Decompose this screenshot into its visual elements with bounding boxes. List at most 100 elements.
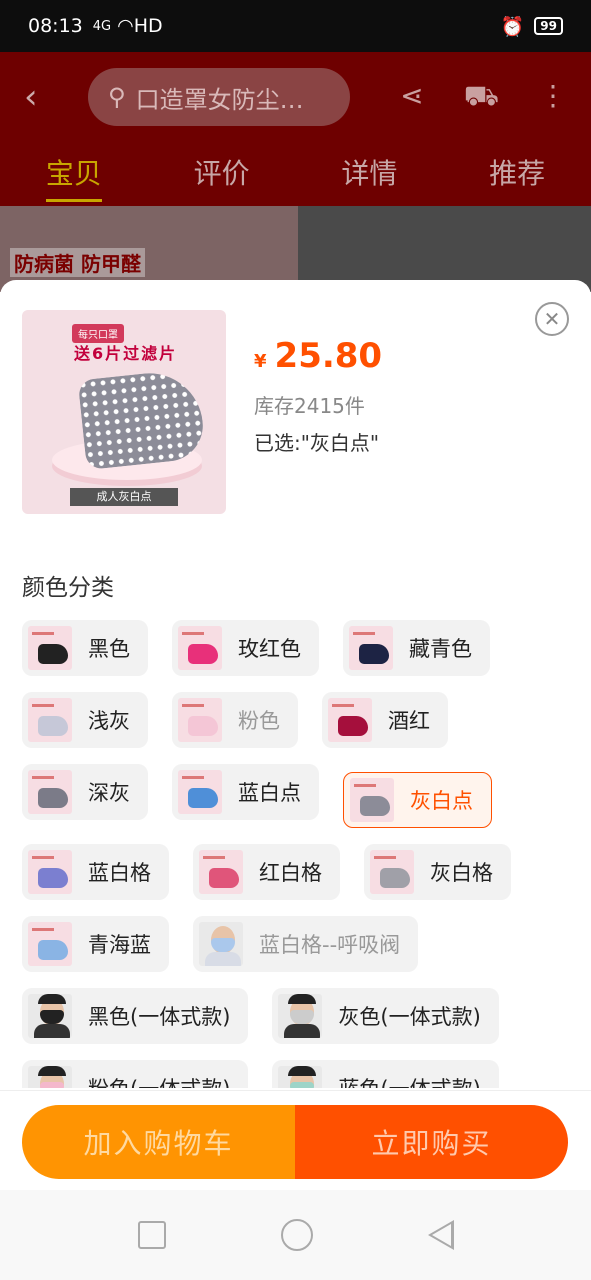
close-icon: ✕ (543, 307, 561, 331)
option-label: 红白格 (259, 861, 322, 885)
option-light-gray[interactable]: 浅灰 (22, 692, 148, 748)
option-label: 灰色(一体式款) (338, 1005, 481, 1029)
option-row: 黑色(一体式款) 灰色(一体式款) (22, 988, 582, 1044)
stock-count: 库存2415件 (254, 394, 365, 418)
status-right: ⏰ 99 (501, 15, 563, 38)
option-label: 藏青色 (409, 637, 472, 661)
thumb-headline: 送6片过滤片 (74, 344, 178, 363)
option-gray-plaid[interactable]: 灰白格 (364, 844, 511, 900)
option-row: 深灰 蓝白点 灰白点 (22, 764, 582, 828)
option-label: 玫红色 (238, 637, 301, 661)
buy-now-button[interactable]: 立即购买 (295, 1105, 568, 1179)
action-bar: 加入购物车 立即购买 (0, 1090, 591, 1190)
product-page-background: ‹ ⚲ 口造罩女防尘… ⋖ ⛟ ⋮ 宝贝 评价 详情 推荐 防病菌 防甲醛 (0, 52, 591, 292)
swatch-thumbnail (199, 850, 243, 894)
option-blue-plaid[interactable]: 蓝白格 (22, 844, 169, 900)
option-label: 粉色 (238, 709, 280, 733)
option-gray-one-piece[interactable]: 灰色(一体式款) (272, 988, 499, 1044)
option-label: 青海蓝 (88, 933, 151, 957)
thumb-caption: 成人灰白点 (70, 488, 178, 506)
option-label: 蓝色(一体式款) (338, 1073, 480, 1088)
swatch-thumbnail (370, 850, 414, 894)
tab-details[interactable]: 详情 (341, 152, 397, 192)
price-value: 25.80 (274, 336, 383, 376)
swatch-thumbnail (350, 778, 394, 822)
option-black-one-piece[interactable]: 黑色(一体式款) (22, 988, 249, 1044)
tab-reviews[interactable]: 评价 (194, 152, 250, 192)
tab-item[interactable]: 宝贝 (45, 152, 102, 202)
currency-symbol: ¥ (254, 351, 267, 372)
option-qinghai-blue[interactable]: 青海蓝 (22, 916, 169, 972)
status-bar: 08:13 4G ◠ HD ⏰ 99 (0, 0, 591, 52)
battery-icon: 99 (534, 17, 563, 35)
share-icon[interactable]: ⋖ (400, 79, 423, 116)
option-row: 蓝白格 红白格 灰白格 (22, 844, 582, 900)
swatch-thumbnail (199, 922, 243, 966)
option-blue-plaid-valve: 蓝白格--呼吸阀 (193, 916, 419, 972)
system-nav-bar (0, 1190, 591, 1280)
option-blue-one-piece[interactable]: 蓝色(一体式款) (272, 1060, 499, 1088)
product-tabs: 宝贝 评价 详情 推荐 (0, 142, 591, 202)
option-gray-dots[interactable]: 灰白点 (343, 772, 492, 828)
close-button[interactable]: ✕ (535, 302, 569, 336)
recents-icon[interactable] (137, 1221, 166, 1249)
option-label: 酒红 (388, 709, 430, 733)
option-dark-gray[interactable]: 深灰 (22, 764, 148, 820)
search-text: 口造罩女防尘… (135, 85, 304, 114)
search-bar[interactable]: ⚲ 口造罩女防尘… (88, 68, 350, 126)
cart-icon[interactable]: ⛟ (464, 79, 499, 116)
option-row: 黑色 玫红色 藏青色 (22, 620, 582, 676)
back-icon[interactable]: ‹ (24, 77, 64, 117)
product-header: ‹ ⚲ 口造罩女防尘… ⋖ ⛟ ⋮ (0, 52, 591, 142)
swatch-thumbnail (178, 770, 222, 814)
option-label: 蓝白点 (238, 781, 301, 805)
signal-icon: 4G (92, 18, 112, 34)
option-label: 黑色 (88, 637, 130, 661)
option-blue-dots[interactable]: 蓝白点 (172, 764, 319, 820)
option-label: 灰白格 (430, 861, 493, 885)
tab-recommend[interactable]: 推荐 (489, 152, 545, 192)
color-category-title: 颜色分类 (22, 575, 114, 601)
swatch-thumbnail (178, 698, 222, 742)
option-label: 浅灰 (88, 709, 130, 733)
swatch-thumbnail (278, 1066, 323, 1088)
swatch-thumbnail (28, 770, 72, 814)
price: ¥ 25.80 (254, 336, 382, 376)
more-icon[interactable]: ⋮ (539, 79, 567, 116)
swatch-thumbnail (349, 626, 393, 670)
option-red-plaid[interactable]: 红白格 (193, 844, 340, 900)
option-row: 浅灰 粉色 酒红 (22, 692, 582, 748)
option-rose-red[interactable]: 玫红色 (172, 620, 319, 676)
swatch-thumbnail (178, 626, 222, 670)
swatch-thumbnail (328, 698, 372, 742)
option-label: 蓝白格 (88, 861, 151, 885)
mask-image (77, 367, 207, 471)
swatch-thumbnail (28, 994, 72, 1038)
swatch-thumbnail (28, 1066, 72, 1088)
option-navy[interactable]: 藏青色 (343, 620, 490, 676)
home-icon[interactable] (280, 1219, 313, 1251)
network-label: HD (133, 15, 163, 37)
option-row: 青海蓝 蓝白格--呼吸阀 (22, 916, 582, 972)
header-actions: ⋖ ⛟ ⋮ (400, 79, 567, 116)
alarm-icon: ⏰ (500, 15, 525, 38)
wifi-icon: ◠ (117, 15, 134, 37)
option-label: 深灰 (88, 781, 130, 805)
swatch-thumbnail (28, 626, 72, 670)
option-label: 黑色(一体式款) (88, 1005, 231, 1029)
option-wine-red[interactable]: 酒红 (322, 692, 448, 748)
swatch-thumbnail (278, 994, 323, 1038)
option-label: 灰白点 (410, 789, 473, 813)
option-black[interactable]: 黑色 (22, 620, 148, 676)
back-nav-icon[interactable] (427, 1220, 454, 1250)
option-pink-one-piece[interactable]: 粉色(一体式款) (22, 1060, 249, 1088)
option-pink: 粉色 (172, 692, 298, 748)
add-to-cart-button[interactable]: 加入购物车 (22, 1105, 295, 1179)
color-options[interactable]: 黑色 玫红色 藏青色 浅灰 粉色 酒红 深灰 蓝白点 灰白点 蓝白格 红白格 灰… (22, 620, 582, 1088)
selected-variant: 已选:"灰白点" (254, 431, 380, 455)
price-block: ¥ 25.80 库存2415件 已选:"灰白点" (254, 336, 382, 456)
swatch-thumbnail (28, 698, 72, 742)
option-row: 粉色(一体式款) 蓝色(一体式款) (22, 1060, 582, 1088)
search-icon: ⚲ (108, 83, 126, 111)
clock: 08:13 (28, 15, 83, 37)
